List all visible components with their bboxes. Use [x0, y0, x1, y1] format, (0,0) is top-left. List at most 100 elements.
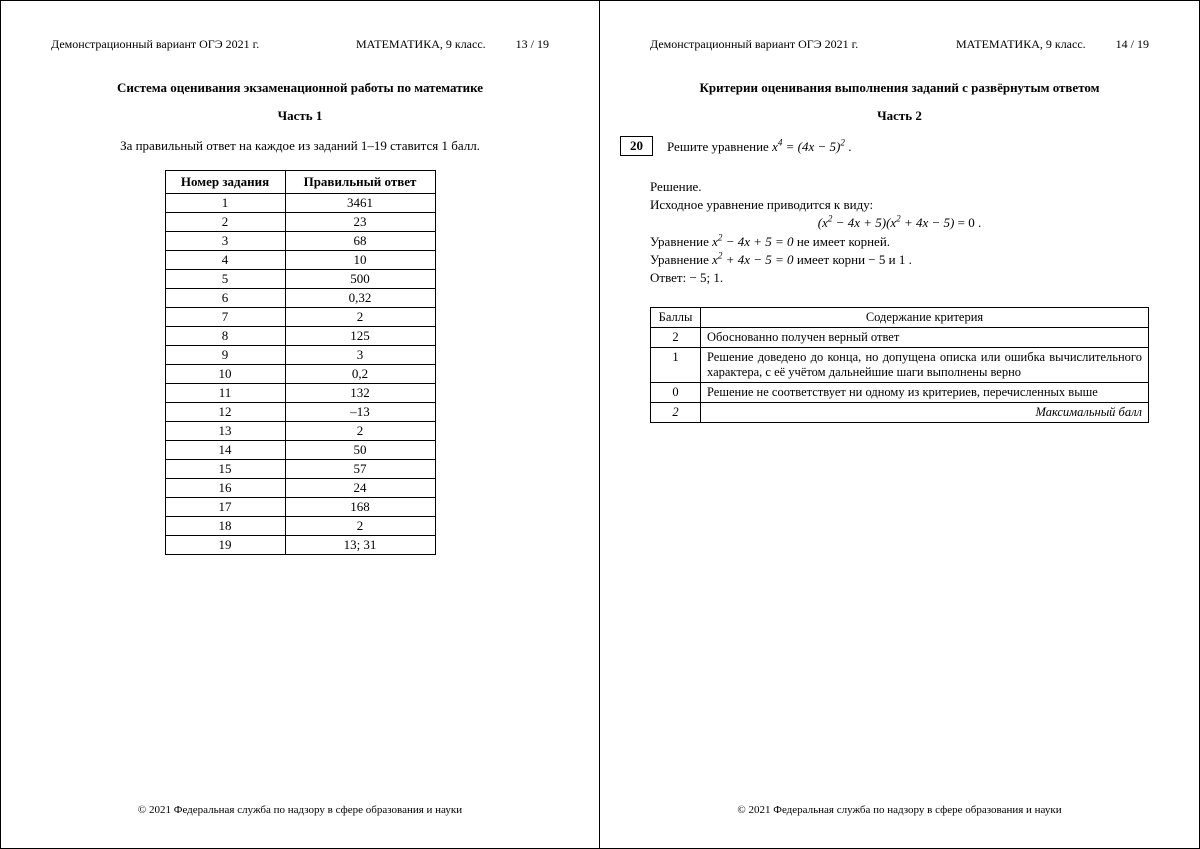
table-cell-num: 4 — [165, 251, 285, 270]
table-cell-num: 17 — [165, 498, 285, 517]
header-demo: Демонстрационный вариант ОГЭ 2021 г. — [650, 37, 858, 52]
table-cell-ans: 50 — [285, 441, 435, 460]
table-row: 1913; 31 — [165, 536, 435, 555]
table-row: 8125 — [165, 327, 435, 346]
table-cell-ans: 57 — [285, 460, 435, 479]
intro-text: За правильный ответ на каждое из заданий… — [51, 138, 549, 154]
table-cell-num: 1 — [165, 194, 285, 213]
table-header-ans: Правильный ответ — [285, 171, 435, 194]
answers-table: Номер задания Правильный ответ 134612233… — [165, 170, 436, 555]
table-cell-num: 2 — [165, 213, 285, 232]
criteria-desc: Решение не соответствует ни одному из кр… — [701, 383, 1149, 403]
criteria-desc: Решение доведено до конца, но допущена о… — [701, 348, 1149, 383]
table-cell-ans: 68 — [285, 232, 435, 251]
table-cell-ans: 132 — [285, 384, 435, 403]
table-row: 72 — [165, 308, 435, 327]
solution-line3: Уравнение x2 + 4x − 5 = 0 имеет корни − … — [650, 251, 1149, 269]
criteria-table: Баллы Содержание критерия 2Обоснованно п… — [650, 307, 1149, 423]
part-label: Часть 1 — [51, 108, 549, 124]
table-row: 410 — [165, 251, 435, 270]
task-row: 20 Решите уравнение x4 = (4x − 5)2 . — [650, 138, 1149, 156]
table-cell-num: 11 — [165, 384, 285, 403]
table-cell-ans: 500 — [285, 270, 435, 289]
table-cell-num: 8 — [165, 327, 285, 346]
table-cell-num: 15 — [165, 460, 285, 479]
table-cell-ans: 2 — [285, 308, 435, 327]
table-header-num: Номер задания — [165, 171, 285, 194]
page-title: Критерии оценивания выполнения заданий с… — [650, 80, 1149, 96]
solution-eq1: (x2 − 4x + 5)(x2 + 4x − 5) = 0 . — [650, 214, 1149, 232]
table-row: 13461 — [165, 194, 435, 213]
table-cell-num: 10 — [165, 365, 285, 384]
task-prompt-eq: x4 = (4x − 5)2 — [772, 139, 845, 154]
table-cell-ans: 10 — [285, 251, 435, 270]
table-cell-num: 9 — [165, 346, 285, 365]
table-row: 11132 — [165, 384, 435, 403]
criteria-score: 0 — [651, 383, 701, 403]
task-prompt-prefix: Решите уравнение — [667, 139, 772, 154]
solution-line2: Уравнение x2 − 4x + 5 = 0 не имеет корне… — [650, 233, 1149, 251]
criteria-score: 2 — [651, 328, 701, 348]
table-cell-ans: 0,2 — [285, 365, 435, 384]
table-cell-num: 13 — [165, 422, 285, 441]
footer-left: © 2021 Федеральная служба по надзору в с… — [1, 804, 599, 816]
task-prompt: Решите уравнение x4 = (4x − 5)2 . — [667, 138, 851, 155]
table-cell-ans: 24 — [285, 479, 435, 498]
table-row: 1450 — [165, 441, 435, 460]
table-row: 1624 — [165, 479, 435, 498]
criteria-max-row: 2Максимальный балл — [651, 403, 1149, 423]
header-page: 14 / 19 — [1116, 37, 1149, 52]
table-cell-num: 14 — [165, 441, 285, 460]
table-cell-ans: 2 — [285, 517, 435, 536]
solution-block: Решение. Исходное уравнение приводится к… — [650, 178, 1149, 287]
page-left: Демонстрационный вариант ОГЭ 2021 г. МАТ… — [0, 0, 600, 849]
table-cell-ans: –13 — [285, 403, 435, 422]
table-row: 2Обоснованно получен верный ответ — [651, 328, 1149, 348]
table-cell-num: 3 — [165, 232, 285, 251]
header-subject: МАТЕМАТИКА, 9 класс. — [356, 37, 486, 52]
table-row: 182 — [165, 517, 435, 536]
table-row: 132 — [165, 422, 435, 441]
criteria-desc: Обоснованно получен верный ответ — [701, 328, 1149, 348]
table-cell-num: 16 — [165, 479, 285, 498]
page-header-left: Демонстрационный вариант ОГЭ 2021 г. МАТ… — [51, 37, 549, 52]
table-cell-ans: 3 — [285, 346, 435, 365]
solution-answer: Ответ: − 5; 1. — [650, 269, 1149, 287]
table-cell-ans: 3461 — [285, 194, 435, 213]
criteria-max-score: 2 — [651, 403, 701, 423]
table-cell-num: 18 — [165, 517, 285, 536]
table-row: 0Решение не соответствует ни одному из к… — [651, 383, 1149, 403]
page-right: Демонстрационный вариант ОГЭ 2021 г. МАТ… — [600, 0, 1200, 849]
header-subject: МАТЕМАТИКА, 9 класс. — [956, 37, 1086, 52]
solution-label: Решение. — [650, 178, 1149, 196]
table-row: 368 — [165, 232, 435, 251]
task-prompt-suffix: . — [845, 139, 852, 154]
table-cell-num: 5 — [165, 270, 285, 289]
table-cell-num: 12 — [165, 403, 285, 422]
table-row: 60,32 — [165, 289, 435, 308]
page-title: Система оценивания экзаменационной работ… — [51, 80, 549, 96]
task-number-box: 20 — [620, 136, 653, 156]
table-cell-num: 19 — [165, 536, 285, 555]
table-row: 1557 — [165, 460, 435, 479]
header-page: 13 / 19 — [516, 37, 549, 52]
table-cell-ans: 23 — [285, 213, 435, 232]
table-cell-ans: 2 — [285, 422, 435, 441]
table-cell-ans: 125 — [285, 327, 435, 346]
table-row: 17168 — [165, 498, 435, 517]
criteria-max-desc: Максимальный балл — [701, 403, 1149, 423]
criteria-header-score: Баллы — [651, 308, 701, 328]
table-cell-ans: 0,32 — [285, 289, 435, 308]
header-demo: Демонстрационный вариант ОГЭ 2021 г. — [51, 37, 259, 52]
table-row: 12–13 — [165, 403, 435, 422]
solution-line1: Исходное уравнение приводится к виду: — [650, 196, 1149, 214]
criteria-header-desc: Содержание критерия — [701, 308, 1149, 328]
part-label: Часть 2 — [650, 108, 1149, 124]
footer-right: © 2021 Федеральная служба по надзору в с… — [600, 804, 1199, 816]
table-row: 223 — [165, 213, 435, 232]
table-row: 100,2 — [165, 365, 435, 384]
table-cell-ans: 13; 31 — [285, 536, 435, 555]
table-row: 93 — [165, 346, 435, 365]
table-row: 1Решение доведено до конца, но допущена … — [651, 348, 1149, 383]
page-header-right: Демонстрационный вариант ОГЭ 2021 г. МАТ… — [650, 37, 1149, 52]
